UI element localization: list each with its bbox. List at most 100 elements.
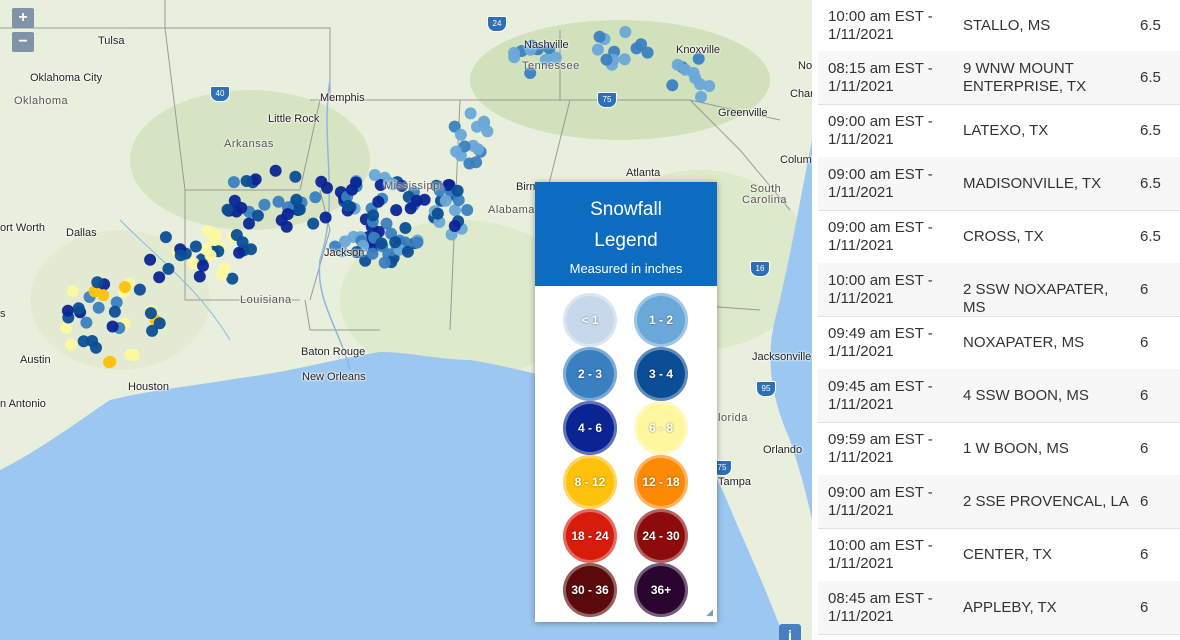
table-row[interactable]: 10:00 am EST - 1/11/2021 CENTER, TX 6 bbox=[818, 528, 1180, 582]
table-row[interactable]: 10:00 am EST - 1/11/2021 STALLO, MS 6.5 bbox=[818, 0, 1180, 52]
snowfall-marker[interactable] bbox=[197, 259, 209, 272]
snowfall-marker[interactable] bbox=[281, 208, 294, 221]
snowfall-marker[interactable] bbox=[439, 194, 452, 207]
table-row[interactable]: 09:59 am EST - 1/11/2021 1 W BOON, MS 6 bbox=[818, 422, 1180, 476]
resize-handle-icon[interactable]: ◢ bbox=[706, 607, 713, 618]
snowfall-marker[interactable] bbox=[290, 193, 303, 206]
snowfall-marker[interactable] bbox=[133, 283, 146, 296]
snowfall-marker[interactable] bbox=[411, 236, 424, 249]
snowfall-marker[interactable] bbox=[243, 217, 255, 230]
zoom-out-button[interactable]: − bbox=[12, 32, 34, 52]
snowfall-marker[interactable] bbox=[378, 256, 391, 269]
table-row[interactable]: 09:00 am EST - 1/11/2021 MADISONVILLE, TX… bbox=[818, 157, 1180, 211]
snowfall-marker[interactable] bbox=[103, 356, 115, 369]
snowfall-marker[interactable] bbox=[60, 322, 72, 335]
snowfall-marker[interactable] bbox=[108, 305, 121, 318]
table-row[interactable]: 08:45 am EST - 1/11/2021 APPLEBY, TX 6 bbox=[818, 581, 1180, 635]
snowfall-marker[interactable] bbox=[404, 202, 417, 215]
snowfall-marker[interactable] bbox=[399, 222, 412, 234]
snowfall-marker[interactable] bbox=[65, 338, 77, 351]
snowfall-marker[interactable] bbox=[366, 247, 379, 260]
snowfall-marker[interactable] bbox=[593, 30, 606, 43]
snowfall-marker[interactable] bbox=[200, 243, 212, 256]
snowfall-marker[interactable] bbox=[80, 316, 93, 329]
snowfall-marker[interactable] bbox=[454, 128, 467, 141]
table-row[interactable]: 09:00 am EST - 1/11/2021 CROSS, TX 6.5 bbox=[818, 210, 1180, 264]
snowfall-marker[interactable] bbox=[508, 51, 521, 64]
snowfall-map[interactable]: Tulsa Oklahoma City Oklahoma Memphis Lit… bbox=[0, 0, 812, 640]
snowfall-marker[interactable] bbox=[280, 220, 293, 233]
snowfall-marker[interactable] bbox=[470, 156, 483, 169]
snowfall-marker[interactable] bbox=[451, 184, 464, 197]
snowfall-marker[interactable] bbox=[144, 307, 157, 320]
snowfall-marker[interactable] bbox=[153, 271, 166, 284]
snowfall-marker[interactable] bbox=[66, 285, 79, 298]
snowfall-marker[interactable] bbox=[235, 201, 248, 214]
snowfall-marker[interactable] bbox=[272, 195, 285, 208]
snowfall-marker[interactable] bbox=[119, 281, 131, 293]
snowfall-marker[interactable] bbox=[319, 211, 332, 224]
snowfall-marker[interactable] bbox=[233, 246, 246, 259]
snowfall-marker[interactable] bbox=[671, 58, 684, 71]
table-row[interactable]: 09:49 am EST - 1/11/2021 NOXAPATER, MS 6 bbox=[818, 316, 1180, 370]
snowfall-marker[interactable] bbox=[389, 236, 402, 249]
snowfall-marker[interactable] bbox=[289, 170, 302, 183]
snowfall-marker[interactable] bbox=[418, 193, 431, 206]
table-row[interactable]: 08:15 am EST - 1/11/2021 9 WNW MOUNT ENTE… bbox=[818, 51, 1180, 105]
snowfall-marker[interactable] bbox=[106, 320, 119, 333]
snowfall-marker[interactable] bbox=[245, 243, 257, 256]
snowfall-marker[interactable] bbox=[153, 317, 166, 330]
snowfall-report-table[interactable]: 10:00 am EST - 1/11/2021 STALLO, MS 6.5 08:… bbox=[812, 0, 1180, 640]
snowfall-marker[interactable] bbox=[367, 209, 380, 222]
snowfall-marker[interactable] bbox=[368, 169, 381, 181]
snowfall-marker[interactable] bbox=[90, 341, 102, 354]
snowfall-marker[interactable] bbox=[448, 220, 461, 232]
table-row[interactable]: 09:45 am EST - 1/11/2021 4 SSW BOON, MS 6 bbox=[818, 369, 1180, 423]
table-row[interactable]: 09:00 am EST - 1/11/2021 2 SSE PROVENCAL,… bbox=[818, 475, 1180, 529]
snowfall-marker[interactable] bbox=[174, 249, 187, 262]
snowfall-marker[interactable] bbox=[464, 107, 477, 120]
snowfall-marker[interactable] bbox=[226, 272, 239, 285]
snowfall-marker[interactable] bbox=[431, 207, 444, 220]
snowfall-marker[interactable] bbox=[618, 53, 631, 66]
snowfall-marker[interactable] bbox=[144, 253, 157, 266]
snowfall-marker[interactable] bbox=[689, 72, 702, 85]
snowfall-marker[interactable] bbox=[591, 43, 604, 56]
snowfall-marker[interactable] bbox=[189, 240, 202, 253]
snowfall-marker[interactable] bbox=[127, 349, 140, 362]
snowfall-marker[interactable] bbox=[307, 217, 320, 230]
snowfall-marker[interactable] bbox=[269, 164, 282, 177]
snowfall-marker[interactable] bbox=[695, 90, 707, 103]
snowfall-marker[interactable] bbox=[193, 270, 206, 283]
snowfall-marker[interactable] bbox=[221, 203, 234, 216]
snowfall-marker[interactable] bbox=[449, 204, 461, 217]
snowfall-marker[interactable] bbox=[201, 225, 214, 238]
snowfall-marker[interactable] bbox=[72, 302, 85, 315]
snowfall-marker[interactable] bbox=[77, 335, 90, 348]
snowfall-marker[interactable] bbox=[97, 289, 110, 302]
snowfall-marker[interactable] bbox=[162, 262, 175, 275]
snowfall-marker[interactable] bbox=[346, 183, 358, 196]
snowfall-marker[interactable] bbox=[342, 199, 354, 212]
snowfall-marker[interactable] bbox=[619, 26, 632, 38]
snowfall-marker[interactable] bbox=[472, 143, 485, 156]
snowfall-marker[interactable] bbox=[309, 191, 322, 204]
snowfall-marker[interactable] bbox=[227, 176, 240, 189]
snowfall-marker[interactable] bbox=[703, 80, 716, 92]
snowfall-marker[interactable] bbox=[315, 175, 328, 188]
snowfall-marker[interactable] bbox=[61, 304, 74, 317]
snowfall-marker[interactable] bbox=[666, 79, 679, 92]
snowfall-marker[interactable] bbox=[461, 204, 474, 216]
snowfall-marker[interactable] bbox=[258, 198, 271, 211]
snowfall-marker[interactable] bbox=[600, 53, 613, 66]
snowfall-marker[interactable] bbox=[230, 229, 243, 241]
snowfall-marker[interactable] bbox=[159, 231, 172, 244]
snowfall-marker[interactable] bbox=[240, 175, 253, 187]
snowfall-marker[interactable] bbox=[477, 115, 490, 128]
snowfall-marker[interactable] bbox=[372, 195, 385, 208]
table-row[interactable]: 10:00 am EST - 1/11/2021 2 SSW NOXAPATER,… bbox=[818, 263, 1180, 317]
snowfall-marker[interactable] bbox=[635, 38, 647, 51]
snowfall-marker[interactable] bbox=[91, 276, 104, 289]
zoom-in-button[interactable]: + bbox=[12, 8, 34, 28]
info-button[interactable]: i bbox=[779, 624, 801, 640]
